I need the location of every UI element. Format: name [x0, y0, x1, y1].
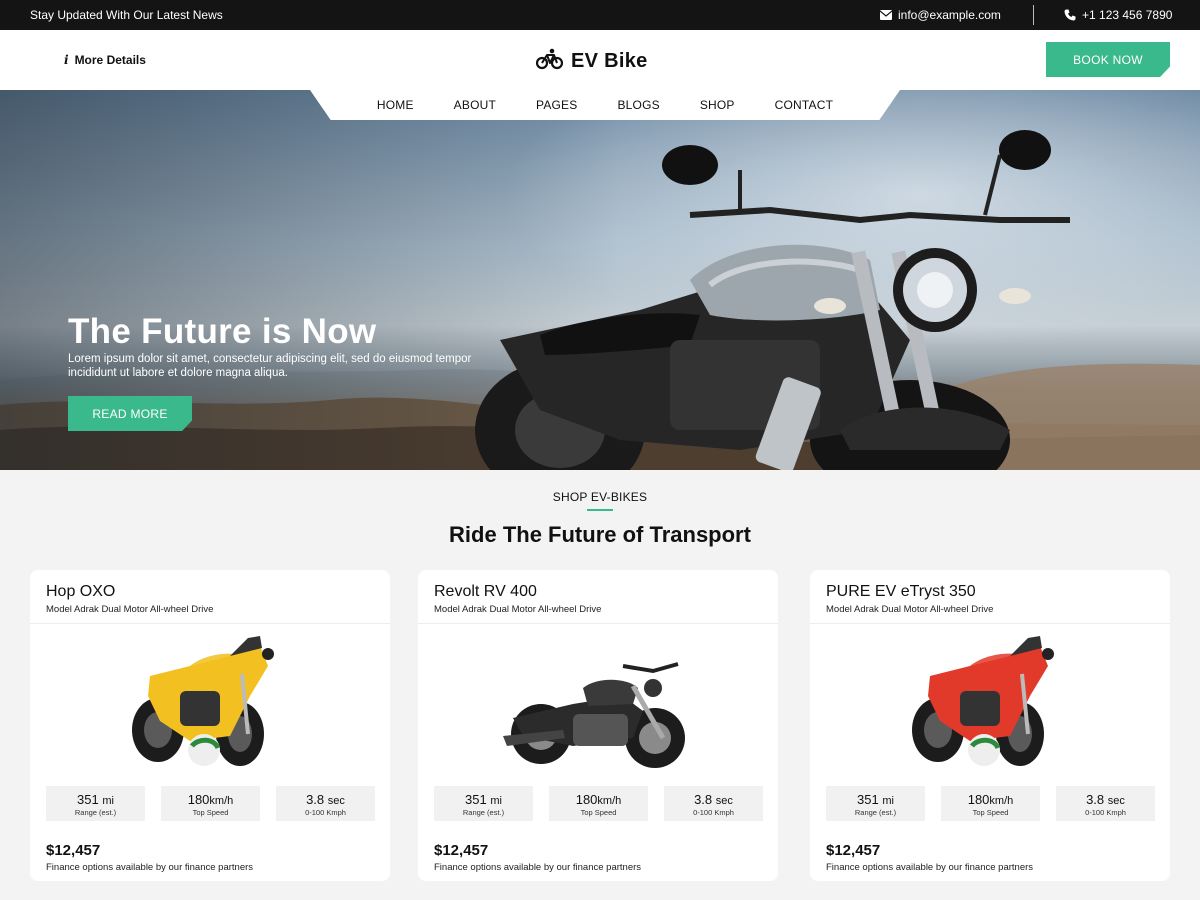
spec-value: 3.8 — [1086, 792, 1105, 807]
more-details-link[interactable]: i More Details — [64, 53, 146, 67]
spec-label: Range (est.) — [74, 808, 117, 817]
hero-title: The Future is Now — [68, 312, 377, 351]
email-text: info@example.com — [898, 8, 1001, 22]
main-nav: HOME ABOUT PAGES BLOGS SHOP CONTACT — [310, 90, 900, 120]
spec-unit: km/h — [209, 795, 234, 807]
spec-value: 3.8 — [306, 792, 325, 807]
more-details-label: More Details — [74, 53, 146, 67]
finance-note: Finance options available by our finance… — [826, 862, 1034, 873]
spec-top-speed: 180km/h Top Speed — [941, 786, 1040, 821]
topbar-divider — [1033, 5, 1034, 25]
spec-value: 351 — [857, 792, 879, 807]
envelope-icon — [880, 10, 892, 20]
spec-value: 351 — [465, 792, 487, 807]
spec-label: Top Speed — [972, 808, 1009, 817]
product-model: Model Adrak Dual Motor All-wheel Drive — [826, 604, 994, 615]
spec-unit: sec — [1107, 795, 1125, 807]
spec-label: Top Speed — [580, 808, 617, 817]
hero-banner: The Future is Now Lorem ipsum dolor sit … — [0, 90, 1200, 470]
phone-text: +1 123 456 7890 — [1082, 8, 1173, 22]
read-more-button[interactable]: READ MORE — [68, 396, 192, 431]
email-link[interactable]: info@example.com — [880, 8, 1001, 22]
product-card[interactable]: Hop OXO Model Adrak Dual Motor All-wheel… — [30, 570, 390, 881]
spec-top-speed: 180km/h Top Speed — [549, 786, 648, 821]
nav-home[interactable]: HOME — [357, 98, 434, 112]
spec-unit: mi — [102, 795, 114, 807]
product-image[interactable] — [418, 626, 778, 784]
spec-unit: km/h — [989, 795, 1014, 807]
spec-acceleration: 3.8 sec 0-100 Kmph — [664, 786, 763, 821]
spec-range: 351 mi Range (est.) — [434, 786, 533, 821]
card-divider — [418, 623, 778, 624]
spec-value: 180 — [187, 792, 210, 807]
spec-unit: sec — [327, 795, 345, 807]
phone-link[interactable]: +1 123 456 7890 — [1064, 8, 1172, 22]
top-bar: Stay Updated With Our Latest News info@e… — [0, 0, 1200, 30]
spec-value: 180 — [575, 792, 598, 807]
nav-blogs[interactable]: BLOGS — [597, 98, 679, 112]
product-price: $12,457 — [46, 842, 101, 859]
nav-about[interactable]: ABOUT — [434, 98, 516, 112]
spec-unit: mi — [882, 795, 894, 807]
product-price: $12,457 — [434, 842, 489, 859]
section-title: Ride The Future of Transport — [449, 522, 751, 547]
product-name[interactable]: PURE EV eTryst 350 — [826, 583, 976, 601]
eyebrow-underline — [587, 509, 613, 511]
spec-acceleration: 3.8 sec 0-100 Kmph — [1056, 786, 1155, 821]
nav-pages[interactable]: PAGES — [516, 98, 597, 112]
news-text: Stay Updated With Our Latest News — [30, 8, 223, 22]
spec-top-speed: 180km/h Top Speed — [161, 786, 260, 821]
logo-text: EV Bike — [571, 50, 648, 72]
logo[interactable]: EV Bike — [535, 48, 648, 75]
finance-note: Finance options available by our finance… — [434, 862, 642, 873]
book-now-button[interactable]: BOOK NOW — [1046, 42, 1170, 77]
product-price: $12,457 — [826, 842, 881, 859]
site-header: i More Details EV Bike BOOK NOW — [0, 30, 1200, 90]
spec-acceleration: 3.8 sec 0-100 Kmph — [276, 786, 375, 821]
spec-unit: mi — [490, 795, 502, 807]
info-icon: i — [64, 53, 69, 67]
spec-label: 0-100 Kmph — [305, 808, 346, 817]
spec-label: 0-100 Kmph — [693, 808, 734, 817]
card-divider — [30, 623, 390, 624]
nav-shop[interactable]: SHOP — [680, 98, 755, 112]
spec-value: 180 — [967, 792, 990, 807]
bicycle-icon — [535, 48, 564, 75]
product-model: Model Adrak Dual Motor All-wheel Drive — [46, 604, 214, 615]
phone-icon — [1064, 9, 1076, 21]
card-divider — [810, 623, 1170, 624]
hero-subtitle: Lorem ipsum dolor sit amet, consectetur … — [68, 353, 472, 379]
section-eyebrow: SHOP EV-BIKES — [552, 490, 648, 504]
spec-unit: sec — [715, 795, 733, 807]
spec-label: 0-100 Kmph — [1085, 808, 1126, 817]
spec-unit: km/h — [597, 795, 622, 807]
product-card[interactable]: PURE EV eTryst 350 Model Adrak Dual Moto… — [810, 570, 1170, 881]
spec-value: 3.8 — [694, 792, 713, 807]
hero-motorcycle-image — [475, 130, 1070, 470]
spec-label: Range (est.) — [854, 808, 897, 817]
product-name[interactable]: Revolt RV 400 — [434, 583, 537, 601]
product-image[interactable] — [30, 626, 390, 784]
spec-label: Range (est.) — [462, 808, 505, 817]
product-name[interactable]: Hop OXO — [46, 583, 115, 601]
product-image[interactable] — [810, 626, 1170, 784]
product-card[interactable]: Revolt RV 400 Model Adrak Dual Motor All… — [418, 570, 778, 881]
spec-range: 351 mi Range (est.) — [826, 786, 925, 821]
spec-value: 351 — [77, 792, 99, 807]
spec-label: Top Speed — [192, 808, 229, 817]
spec-range: 351 mi Range (est.) — [46, 786, 145, 821]
finance-note: Finance options available by our finance… — [46, 862, 254, 873]
nav-contact[interactable]: CONTACT — [755, 98, 854, 112]
product-model: Model Adrak Dual Motor All-wheel Drive — [434, 604, 602, 615]
